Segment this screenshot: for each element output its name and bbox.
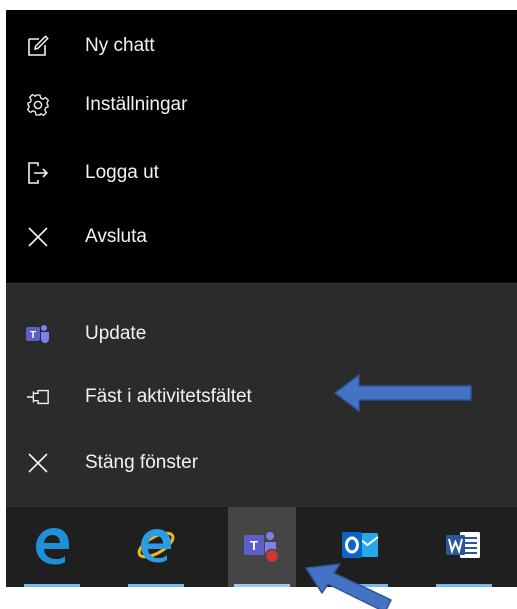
pin-icon (26, 385, 50, 409)
menu-item-label: Stäng fönster (85, 452, 199, 473)
active-indicator (234, 584, 290, 587)
menu-item-settings[interactable]: Inställningar (6, 77, 517, 133)
running-indicator (436, 584, 492, 587)
menu-item-label: Inställningar (85, 94, 188, 115)
running-indicator (332, 584, 388, 587)
outlook-icon (340, 528, 380, 567)
menu-separator (6, 283, 517, 284)
menu-item-label: Ny chatt (85, 35, 155, 56)
internet-explorer-icon (135, 525, 177, 570)
screenshot: Ny chatt Inställningar Logga ut Avsluta (0, 0, 517, 609)
teams-icon: T (242, 529, 282, 565)
menu-item-label: Logga ut (85, 162, 159, 183)
taskbar-button-teams[interactable]: T (228, 507, 296, 587)
menu-item-sign-out[interactable]: Logga ut (6, 145, 517, 201)
menu-item-label: Update (85, 323, 147, 344)
word-icon (444, 528, 484, 567)
menu-item-quit[interactable]: Avsluta (6, 209, 517, 265)
taskbar-button-edge[interactable] (18, 507, 86, 587)
menu-item-label: Fäst i aktivitetsfältet (85, 386, 252, 407)
jump-item-update[interactable]: T Update (6, 306, 517, 362)
running-indicator (24, 584, 80, 587)
close-icon (26, 225, 50, 249)
close-icon (26, 451, 50, 475)
taskbar: T (6, 507, 517, 587)
running-indicator (128, 584, 184, 587)
jump-item-pin-to-taskbar[interactable]: Fäst i aktivitetsfältet (6, 369, 517, 425)
edge-icon (32, 525, 72, 570)
jump-item-close-window[interactable]: Stäng fönster (6, 435, 517, 491)
taskbar-button-word[interactable] (430, 507, 498, 587)
new-chat-icon (26, 34, 50, 58)
teams-icon: T (26, 322, 50, 346)
menu-item-new-chat[interactable]: Ny chatt (6, 18, 517, 74)
menu-item-label: Avsluta (85, 226, 147, 247)
taskbar-button-internet-explorer[interactable] (122, 507, 190, 587)
taskbar-button-outlook[interactable] (326, 507, 394, 587)
svg-text:T: T (30, 330, 36, 341)
svg-text:T: T (250, 538, 258, 553)
gear-icon (26, 93, 50, 117)
sign-out-icon (26, 161, 50, 185)
